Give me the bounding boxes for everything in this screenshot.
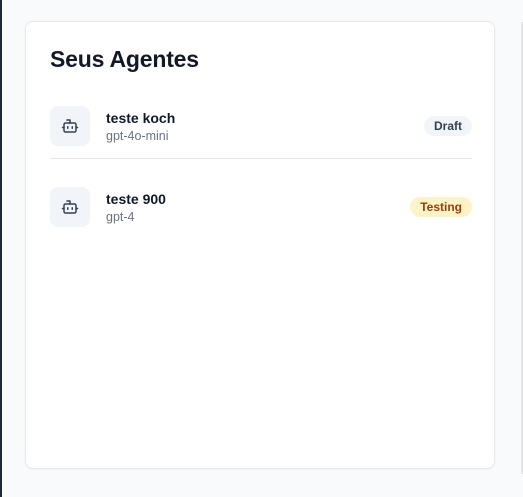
agent-list-item[interactable]: teste koch gpt-4o-mini Draft: [50, 106, 472, 147]
card-title: Seus Agentes: [50, 46, 199, 72]
agent-model: gpt-4: [106, 210, 135, 224]
agent-list-item[interactable]: teste 900 gpt-4 Testing: [50, 187, 472, 228]
agents-card: Seus Agentes teste koch gpt-4o-mini Draf…: [25, 21, 495, 469]
app-frame: Seus Agentes teste koch gpt-4o-mini Draf…: [0, 0, 523, 497]
agent-name: teste koch: [106, 110, 176, 126]
left-panel-edge: [0, 0, 2, 497]
list-divider: [50, 158, 472, 159]
status-badge: Testing: [410, 197, 472, 217]
agent-model: gpt-4o-mini: [106, 129, 169, 143]
bot-icon: [50, 187, 90, 227]
agent-name: teste 900: [106, 191, 166, 207]
status-badge: Draft: [423, 116, 472, 136]
bot-icon: [50, 106, 90, 146]
